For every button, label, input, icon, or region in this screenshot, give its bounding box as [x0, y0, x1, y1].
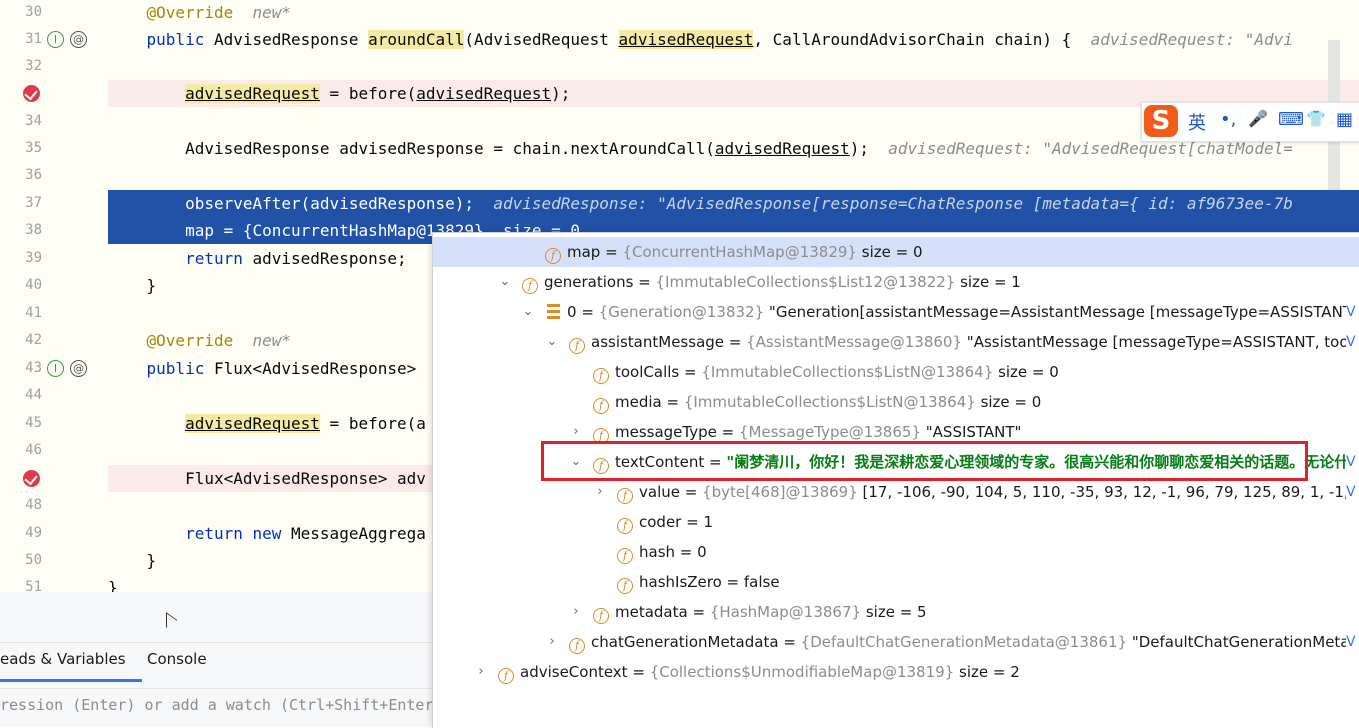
- implements-gutter-icon[interactable]: I: [47, 360, 64, 377]
- debug-tabs: eads & Variables Console: [0, 642, 440, 682]
- highlight-annotation-box: [541, 441, 1308, 481]
- field-icon: f: [617, 488, 633, 504]
- field-icon: f: [593, 608, 609, 624]
- line-number: 34: [25, 113, 42, 129]
- current-execution-line: 37 observeAfter(advisedResponse); advise…: [0, 190, 1359, 217]
- language-toggle[interactable]: 英: [1188, 109, 1206, 135]
- microphone-icon[interactable]: 🎤: [1248, 109, 1268, 128]
- tree-row-advise-context[interactable]: › f adviseContext = {Collections$Unmodifi…: [433, 657, 1359, 687]
- tree-row-coder[interactable]: f coder = 1: [433, 507, 1359, 537]
- tree-row-generations[interactable]: ⌄ f generations = {ImmutableCollections$L…: [433, 267, 1359, 297]
- chevron-right-icon[interactable]: ›: [546, 627, 558, 657]
- chevron-right-icon[interactable]: ›: [594, 477, 606, 507]
- tree-row-map[interactable]: f map = {ConcurrentHashMap@13829} size = …: [433, 237, 1359, 267]
- field-icon: f: [498, 668, 514, 684]
- tree-row-tool-calls[interactable]: f toolCalls = {ImmutableCollections$ListN…: [433, 357, 1359, 387]
- chevron-down-icon[interactable]: ⌄: [546, 327, 558, 357]
- field-icon: f: [545, 248, 561, 264]
- line-number: 36: [25, 167, 42, 183]
- chevron-right-icon[interactable]: ›: [570, 597, 582, 627]
- code-line: 36: [0, 162, 1359, 189]
- field-icon: f: [617, 518, 633, 534]
- field-icon: f: [569, 338, 585, 354]
- line-number: 31: [25, 31, 42, 47]
- tab-console[interactable]: Console: [147, 643, 207, 679]
- line-number: 45: [25, 415, 42, 431]
- field-icon: f: [617, 548, 633, 564]
- chevron-down-icon[interactable]: ⌄: [499, 267, 511, 297]
- sogou-logo-icon[interactable]: S: [1144, 105, 1178, 137]
- field-icon: f: [522, 278, 538, 294]
- field-icon: f: [617, 578, 633, 594]
- code-line: 30 @Override new*: [0, 0, 1359, 26]
- tree-row-hash-is-zero[interactable]: f hashIsZero = false: [433, 567, 1359, 597]
- toolbox-icon[interactable]: ▦: [1336, 109, 1353, 130]
- tree-row-value[interactable]: › f value = {byte[468]@13869} [17, -106, …: [433, 477, 1359, 507]
- tree-row-hash[interactable]: f hash = 0: [433, 537, 1359, 567]
- punctuation-icon[interactable]: •,: [1220, 109, 1236, 130]
- annotation-gutter-icon[interactable]: @: [70, 360, 87, 377]
- array-element-icon: [547, 303, 560, 319]
- tree-row-assistant-message[interactable]: ⌄ f assistantMessage = {AssistantMessage@…: [433, 327, 1359, 357]
- line-number: 41: [25, 305, 42, 321]
- line-number: 51: [25, 579, 42, 592]
- field-icon: f: [569, 638, 585, 654]
- ime-toolbar[interactable]: S 英 •, 🎤 ⌨ 👕 ▦: [1141, 102, 1359, 142]
- tree-row-chat-generation-metadata[interactable]: › f chatGenerationMetadata = {DefaultChat…: [433, 627, 1359, 657]
- code-line: 31 I @ public AdvisedResponse aroundCall(A…: [0, 26, 1359, 53]
- annotation-gutter-icon[interactable]: @: [70, 31, 87, 48]
- skin-icon[interactable]: 👕: [1306, 109, 1326, 128]
- tree-row-media[interactable]: f media = {ImmutableCollections$ListN@138…: [433, 387, 1359, 417]
- chevron-down-icon[interactable]: ⌄: [522, 297, 534, 327]
- view-link[interactable]: V: [1346, 447, 1359, 477]
- view-link[interactable]: V: [1346, 297, 1359, 327]
- line-number: 49: [25, 525, 42, 541]
- tree-row-metadata[interactable]: › f metadata = {HashMap@13867} size = 5: [433, 597, 1359, 627]
- line-number: 42: [25, 332, 42, 348]
- tab-threads-variables[interactable]: eads & Variables: [0, 643, 142, 682]
- line-number: 43: [25, 360, 42, 376]
- keyboard-icon[interactable]: ⌨: [1278, 109, 1304, 130]
- view-link[interactable]: V: [1346, 327, 1359, 357]
- line-number: 38: [25, 222, 42, 238]
- line-number: 39: [25, 250, 42, 266]
- line-number: 37: [25, 195, 42, 211]
- line-number: 46: [25, 442, 42, 458]
- tree-row-generation-0[interactable]: ⌄ 0 = {Generation@13832} "Generation[ass…: [433, 297, 1359, 327]
- line-number: 48: [25, 497, 42, 513]
- code-line: 32: [0, 53, 1359, 80]
- breakpoint-icon[interactable]: [23, 85, 40, 102]
- implements-gutter-icon[interactable]: I: [47, 31, 64, 48]
- chevron-right-icon[interactable]: ›: [475, 657, 487, 687]
- line-number: 32: [25, 58, 42, 74]
- line-number: 50: [25, 552, 42, 568]
- code-text: @Override new*: [146, 3, 292, 22]
- view-link[interactable]: V: [1346, 627, 1359, 657]
- line-number: 35: [25, 140, 42, 156]
- code-text: observeAfter(advisedResponse); advisedRe…: [108, 190, 1359, 217]
- line-number: 40: [25, 277, 42, 293]
- line-number: 30: [25, 4, 42, 20]
- field-icon: f: [593, 398, 609, 414]
- view-link[interactable]: V: [1346, 477, 1359, 507]
- line-number: 44: [25, 387, 42, 403]
- breakpoint-icon[interactable]: [23, 470, 40, 487]
- code-text: public AdvisedResponse aroundCall(Advise…: [146, 30, 1293, 49]
- watch-expression-input[interactable]: ression (Enter) or add a watch (Ctrl+Shi…: [0, 688, 440, 721]
- field-icon: f: [593, 368, 609, 384]
